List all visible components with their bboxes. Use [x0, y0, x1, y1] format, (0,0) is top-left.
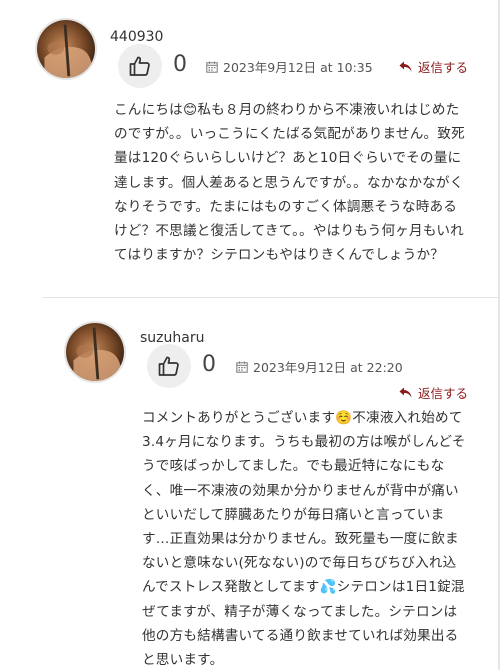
comment-body: こんにちは😊私も８月の終わりから不凍液いれはじめたのですが。。いっこうにくたばる… — [114, 102, 465, 264]
comment-body: コメントありがとうございます☺️不凍液入れ始めて3.4ヶ月になります。うちも最初… — [142, 410, 466, 669]
reply-label: 返信する — [418, 60, 469, 75]
calendar-icon — [236, 361, 248, 373]
avatar-image — [37, 20, 95, 78]
reply-arrow-icon — [399, 387, 412, 398]
comment-date: 2023年9月12日 at 10:35 — [206, 57, 373, 76]
thumbs-up-icon — [158, 356, 179, 376]
comment-date-text: 2023年9月12日 at 10:35 — [223, 60, 373, 75]
like-count: 0 — [202, 352, 216, 377]
calendar-icon — [206, 61, 218, 73]
like-button[interactable] — [147, 344, 191, 388]
reply-label: 返信する — [418, 386, 469, 401]
avatar-image — [66, 323, 124, 381]
avatar[interactable] — [64, 321, 126, 383]
avatar[interactable] — [35, 18, 97, 80]
reply-arrow-icon — [399, 61, 412, 72]
thumbs-up-icon — [129, 56, 150, 76]
like-count: 0 — [173, 52, 187, 77]
reply-button[interactable]: 返信する — [399, 57, 468, 76]
comment-date: 2023年9月12日 at 22:20 — [236, 357, 403, 376]
like-button[interactable] — [118, 44, 162, 88]
comment-author: 440930 — [110, 29, 164, 45]
reply-button[interactable]: 返信する — [399, 383, 468, 402]
comment-separator — [42, 297, 500, 298]
comment-date-text: 2023年9月12日 at 22:20 — [253, 360, 403, 375]
